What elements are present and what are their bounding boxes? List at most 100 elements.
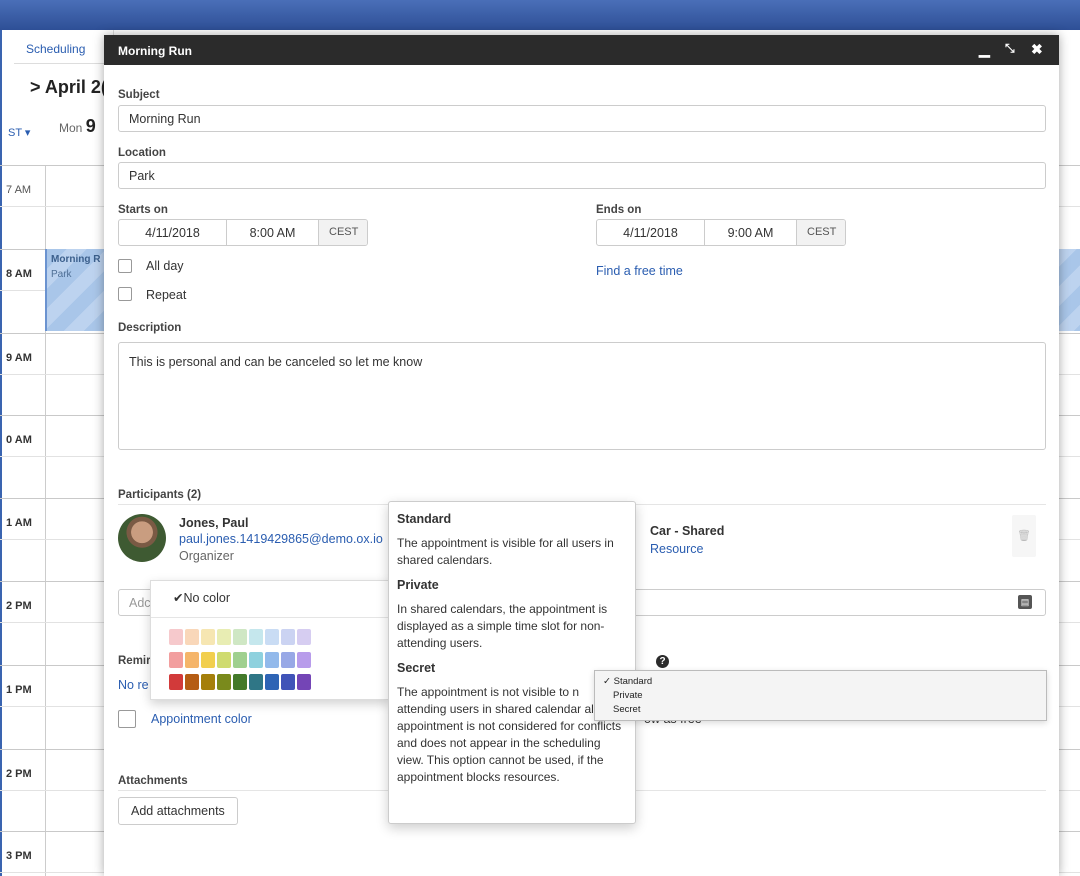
calendar-nav-title[interactable]: > April 2(	[30, 77, 107, 98]
color-swatch[interactable]	[233, 652, 247, 668]
color-swatch[interactable]	[217, 629, 231, 645]
time-label: 3 PM	[6, 850, 32, 862]
time-label: 0 AM	[6, 434, 32, 446]
appointment-color-link[interactable]: Appointment color	[151, 712, 252, 726]
day-header: Mon 9	[59, 116, 96, 137]
color-swatch[interactable]	[169, 674, 183, 690]
color-swatch[interactable]	[185, 674, 199, 690]
dialog-header: Morning Run ▁ ⤡ ✖	[104, 35, 1059, 65]
private-title: Private	[397, 578, 439, 592]
time-label: 7 AM	[6, 184, 32, 196]
appointment-color-checkbox[interactable]	[118, 710, 136, 728]
color-swatch[interactable]	[249, 652, 263, 668]
expand-icon[interactable]: ⤡	[1005, 41, 1015, 56]
standard-text: The appointment is visible for all users…	[397, 536, 614, 567]
color-swatch[interactable]	[233, 674, 247, 690]
color-swatch[interactable]	[249, 629, 263, 645]
color-swatch[interactable]	[217, 674, 231, 690]
time-label: 1 PM	[6, 684, 32, 696]
color-swatch[interactable]	[233, 629, 247, 645]
color-swatch[interactable]	[297, 629, 311, 645]
color-swatch[interactable]	[169, 629, 183, 645]
visibility-option-secret[interactable]: Secret	[603, 703, 1038, 717]
month-title: April 2(	[44, 77, 107, 97]
dialog-title: Morning Run	[118, 44, 192, 58]
ends-on-label: Ends on	[596, 204, 642, 216]
color-swatch[interactable]	[217, 652, 231, 668]
color-swatch[interactable]	[281, 629, 295, 645]
repeat-checkbox[interactable]	[118, 287, 132, 301]
time-label: 9 AM	[6, 352, 32, 364]
color-swatch[interactable]	[169, 652, 183, 668]
secret-text: The appointment is not visible to n atte…	[397, 685, 624, 784]
color-swatch[interactable]	[201, 674, 215, 690]
participant-name: Jones, Paul	[179, 516, 249, 530]
tab-scheduling[interactable]: Scheduling	[26, 42, 85, 56]
day-name: Mon	[59, 121, 83, 135]
help-icon[interactable]: ?	[656, 655, 669, 668]
reminder-link[interactable]: No re	[118, 678, 149, 692]
start-timezone[interactable]: CEST	[319, 220, 367, 245]
visibility-option-standard[interactable]: ✓ Standard	[603, 675, 1038, 689]
start-date-input[interactable]: 4/11/2018	[119, 220, 227, 245]
end-timezone[interactable]: CEST	[797, 220, 845, 245]
description-textarea[interactable]: This is personal and can be canceled so …	[118, 342, 1046, 450]
color-swatch[interactable]	[249, 674, 263, 690]
repeat-label: Repeat	[146, 288, 187, 302]
reminder-label: Remir	[118, 655, 151, 667]
color-picker-divider	[151, 617, 391, 618]
subject-input[interactable]: Morning Run	[118, 105, 1046, 132]
end-date-input[interactable]: 4/11/2018	[597, 220, 705, 245]
location-input[interactable]: Park	[118, 162, 1046, 189]
starts-on-label: Starts on	[118, 204, 168, 216]
color-swatch-row	[169, 674, 311, 690]
all-day-label: All day	[146, 259, 184, 273]
color-swatch[interactable]	[281, 652, 295, 668]
color-swatch[interactable]	[185, 652, 199, 668]
add-attachments-button[interactable]: Add attachments	[118, 797, 238, 825]
color-swatch-row	[169, 629, 311, 645]
time-label: 2 PM	[6, 600, 32, 612]
visibility-help-popover: Standard The appointment is visible for …	[388, 501, 636, 824]
find-free-time-link[interactable]: Find a free time	[596, 264, 683, 278]
end-datetime[interactable]: 4/11/2018 9:00 AM CEST	[596, 219, 846, 246]
standard-title: Standard	[397, 512, 452, 526]
color-picker-dropdown: ✔No color	[150, 580, 391, 700]
visibility-select-menu[interactable]: ✓ Standard Private Secret	[594, 670, 1047, 721]
color-swatch[interactable]	[265, 629, 279, 645]
end-time-input[interactable]: 9:00 AM	[705, 220, 797, 245]
color-swatch[interactable]	[201, 629, 215, 645]
time-label: 1 AM	[6, 517, 32, 529]
color-swatch[interactable]	[297, 652, 311, 668]
timezone-selector[interactable]: ST ▾	[8, 126, 30, 139]
color-swatch[interactable]	[265, 674, 279, 690]
color-swatch[interactable]	[201, 652, 215, 668]
app-topbar	[0, 0, 1080, 30]
color-swatch[interactable]	[265, 652, 279, 668]
color-swatch[interactable]	[281, 674, 295, 690]
no-color-option[interactable]: ✔No color	[173, 590, 230, 605]
start-time-input[interactable]: 8:00 AM	[227, 220, 319, 245]
event-title: Morning R	[51, 254, 101, 265]
address-book-icon[interactable]: ▤	[1018, 595, 1032, 609]
day-number: 9	[85, 116, 96, 136]
description-label: Description	[118, 322, 182, 334]
color-swatch-row	[169, 652, 311, 668]
option-standard-label: Standard	[613, 676, 653, 687]
all-day-checkbox[interactable]	[118, 259, 132, 273]
time-label: 8 AM	[6, 268, 32, 280]
resource-name: Car - Shared	[650, 524, 725, 538]
visibility-option-private[interactable]: Private	[603, 689, 1038, 703]
minimize-icon[interactable]: ▁	[979, 41, 990, 58]
private-text: In shared calendars, the appointment is …	[397, 602, 608, 650]
color-swatch[interactable]	[185, 629, 199, 645]
remove-participant-icon[interactable]: 🗑	[1012, 515, 1036, 557]
color-swatch[interactable]	[297, 674, 311, 690]
start-datetime[interactable]: 4/11/2018 8:00 AM CEST	[118, 219, 368, 246]
time-label: 2 PM	[6, 768, 32, 780]
no-color-label: No color	[183, 591, 231, 605]
participant-email[interactable]: paul.jones.1419429865@demo.ox.io	[179, 532, 391, 546]
location-label: Location	[118, 147, 166, 159]
close-icon[interactable]: ✖	[1031, 41, 1043, 58]
subject-label: Subject	[118, 89, 160, 101]
